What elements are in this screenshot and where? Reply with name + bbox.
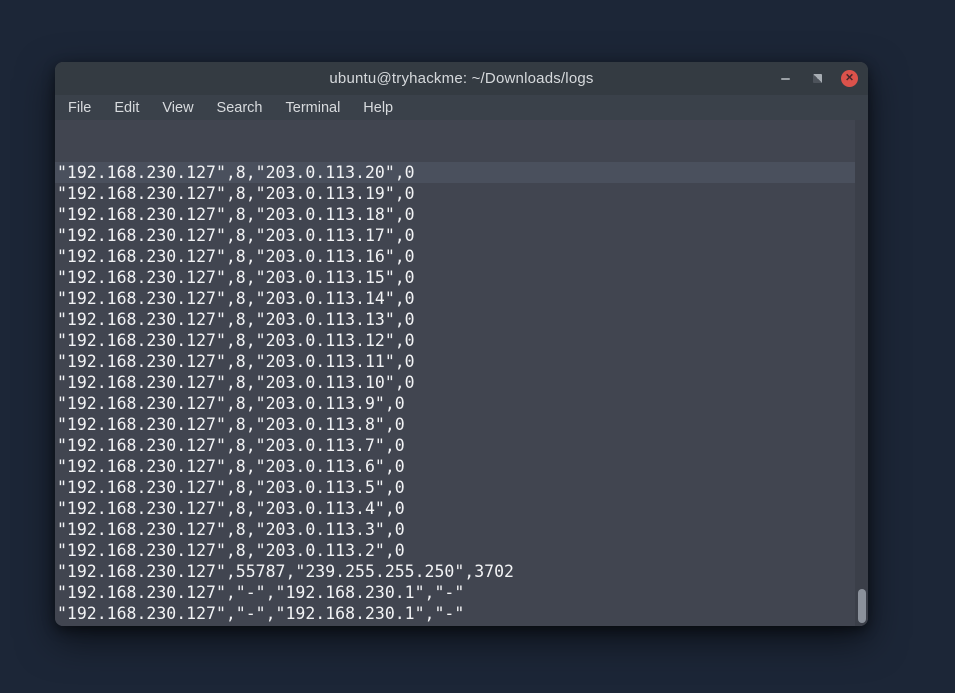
minimize-button[interactable] <box>777 70 794 87</box>
terminal-output: "192.168.230.127",8,"203.0.113.20",0 "192… <box>55 162 868 626</box>
menu-item-edit[interactable]: Edit <box>106 98 147 118</box>
terminal-line: "192.168.230.127",55787,"239.255.255.250… <box>57 562 514 581</box>
title-bar[interactable]: ubuntu@tryhackme: ~/Downloads/logs ✕ <box>55 62 868 95</box>
menu-item-terminal[interactable]: Terminal <box>278 98 349 118</box>
menu-item-view[interactable]: View <box>154 98 201 118</box>
terminal-line: "192.168.230.127",8,"203.0.113.19",0 <box>57 184 415 203</box>
terminal-viewport[interactable]: "192.168.230.127",8,"203.0.113.20",0 "192… <box>55 120 868 626</box>
terminal-line: "192.168.230.127",8,"203.0.113.4",0 <box>57 499 405 518</box>
terminal-line: "192.168.230.127",8,"203.0.113.7",0 <box>57 436 405 455</box>
scrollbar-track[interactable] <box>855 120 868 626</box>
terminal-line: "192.168.230.127",8,"203.0.113.15",0 <box>57 268 415 287</box>
terminal-line: "192.168.230.127",8,"203.0.113.13",0 <box>57 310 415 329</box>
close-button[interactable]: ✕ <box>841 70 858 87</box>
terminal-line: "192.168.230.127","-","192.168.230.1","-… <box>57 604 465 623</box>
terminal-line: "192.168.230.127",8,"203.0.113.5",0 <box>57 478 405 497</box>
terminal-line: "192.168.230.127",8,"203.0.113.9",0 <box>57 394 405 413</box>
terminal-window: ubuntu@tryhackme: ~/Downloads/logs ✕ Fil… <box>55 62 868 626</box>
terminal-line: "192.168.230.127",8,"192.168.230.1",0 <box>55 624 868 626</box>
minimize-icon <box>781 77 790 80</box>
terminal-line: "192.168.230.127",8,"203.0.113.17",0 <box>57 226 415 245</box>
menu-item-file[interactable]: File <box>60 98 99 118</box>
terminal-line: "192.168.230.127",8,"203.0.113.8",0 <box>57 415 405 434</box>
menu-item-search[interactable]: Search <box>209 98 271 118</box>
terminal-line: "192.168.230.127",8,"203.0.113.12",0 <box>57 331 415 350</box>
scrollbar-thumb[interactable] <box>858 589 866 623</box>
terminal-line: "192.168.230.127",8,"203.0.113.18",0 <box>57 205 415 224</box>
terminal-line: "192.168.230.127",8,"203.0.113.20",0 <box>55 162 868 183</box>
menu-bar: File Edit View Search Terminal Help <box>55 95 868 120</box>
terminal-line: "192.168.230.127",8,"203.0.113.10",0 <box>57 373 415 392</box>
terminal-line: "192.168.230.127",8,"203.0.113.11",0 <box>57 352 415 371</box>
terminal-line: "192.168.230.127",8,"203.0.113.2",0 <box>57 541 405 560</box>
terminal-line: "192.168.230.127","-","192.168.230.1","-… <box>57 583 465 602</box>
restore-button[interactable] <box>809 70 826 87</box>
terminal-line: "192.168.230.127",8,"203.0.113.14",0 <box>57 289 415 308</box>
window-controls: ✕ <box>777 62 858 95</box>
terminal-line: "192.168.230.127",8,"203.0.113.3",0 <box>57 520 405 539</box>
window-title: ubuntu@tryhackme: ~/Downloads/logs <box>329 70 594 87</box>
restore-icon <box>813 74 822 83</box>
terminal-line: "192.168.230.127",8,"203.0.113.16",0 <box>57 247 415 266</box>
close-icon: ✕ <box>845 72 854 85</box>
menu-item-help[interactable]: Help <box>355 98 401 118</box>
terminal-line: "192.168.230.127",8,"203.0.113.6",0 <box>57 457 405 476</box>
